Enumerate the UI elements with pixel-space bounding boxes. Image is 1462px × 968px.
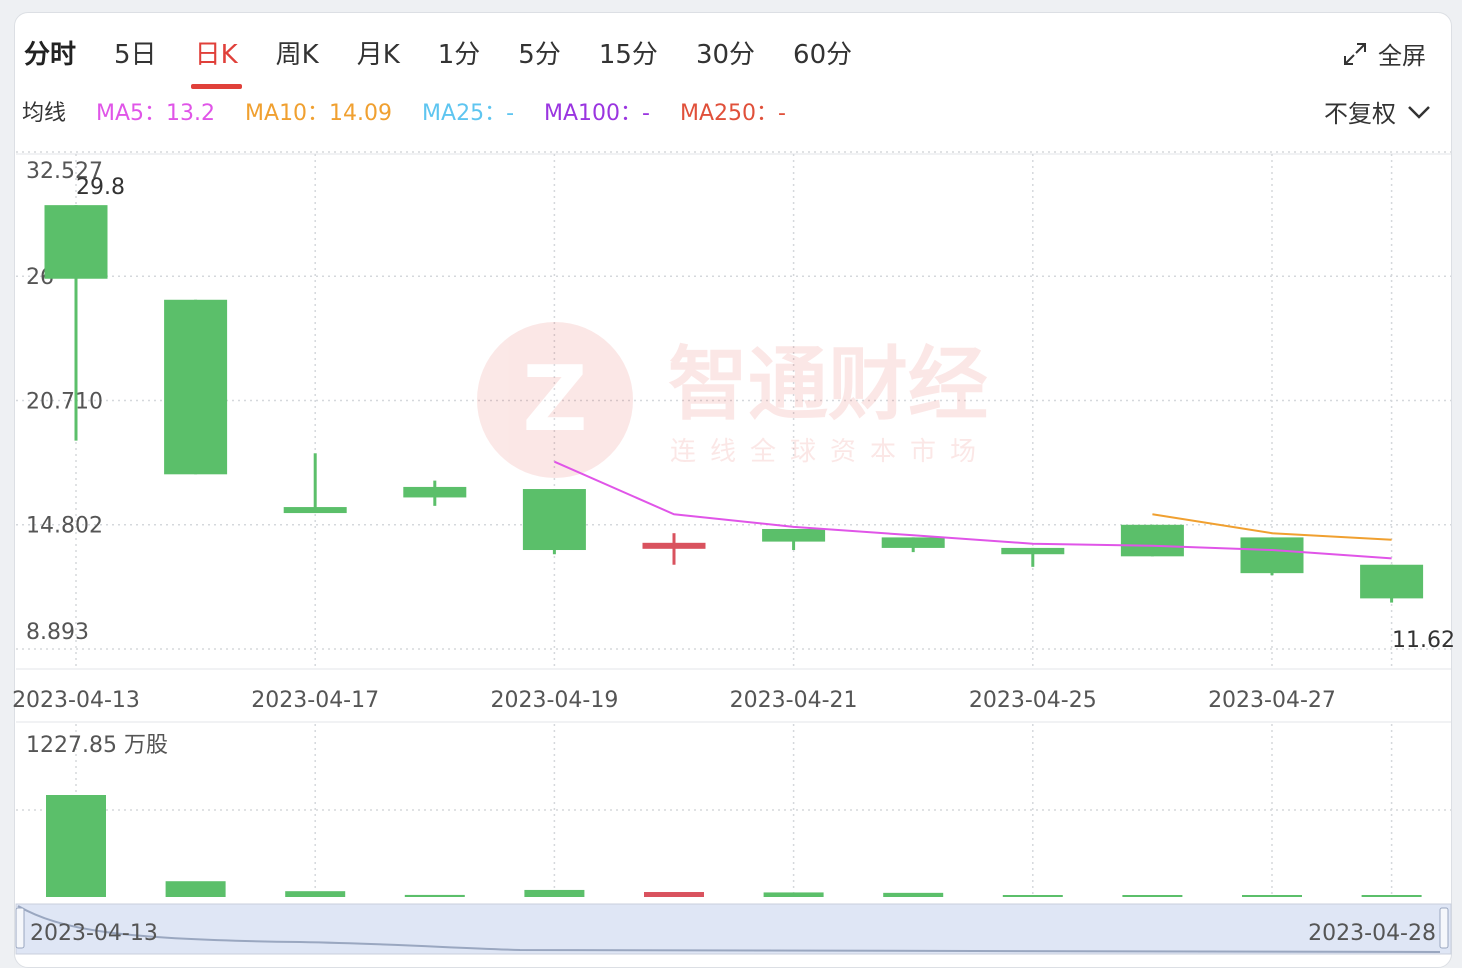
candle-body	[762, 528, 826, 542]
volume-bar	[1242, 895, 1302, 897]
x-tick-label: 2023-04-17	[251, 688, 379, 713]
x-tick-label: 2023-04-13	[12, 688, 140, 713]
y-tick-label: 14.802	[26, 514, 103, 539]
volume-max-label: 1227.85 万股	[26, 733, 168, 758]
candle-body	[1360, 564, 1424, 599]
candle-body	[1001, 547, 1065, 555]
min-price-label: 11.62	[1392, 628, 1455, 653]
watermark: Z 智通财经连线全球资本市场	[477, 322, 990, 478]
navigator-right-handle[interactable]	[1439, 907, 1449, 949]
watermark-title: 智通财经	[668, 338, 988, 431]
x-tick-label: 2023-04-21	[730, 688, 858, 713]
volume-bar	[46, 795, 106, 897]
y-tick-label: 8.893	[26, 620, 89, 645]
candle-body	[1240, 537, 1304, 574]
volume-bar	[165, 881, 226, 897]
navigator-start-label: 2023-04-13	[30, 921, 158, 946]
candle-body	[403, 486, 467, 498]
navigator-end-label: 2023-04-28	[1308, 921, 1436, 946]
navigator-window	[15, 903, 1452, 955]
x-tick-label: 2023-04-19	[490, 688, 618, 713]
candle-body	[44, 205, 108, 279]
watermark-logo-letter: Z	[522, 347, 587, 452]
volume-bar	[404, 894, 465, 897]
candle-body	[642, 542, 706, 549]
y-tick-label: 20.710	[26, 390, 103, 415]
volume-bar	[285, 891, 346, 897]
candle-body	[283, 507, 347, 514]
volume-bar	[883, 892, 944, 897]
x-tick-label: 2023-04-27	[1208, 688, 1336, 713]
x-tick-label: 2023-04-25	[969, 688, 1097, 713]
candle-body	[881, 537, 945, 548]
volume-bar	[763, 892, 824, 897]
max-price-label: 29.8	[76, 175, 125, 200]
navigator-left-handle[interactable]	[15, 907, 25, 949]
candle-body	[522, 489, 586, 551]
watermark-subtitle: 连线全球资本市场	[670, 437, 990, 467]
range-navigator	[15, 903, 1452, 955]
volume-bar	[1002, 895, 1063, 897]
volume-bar	[524, 889, 585, 897]
volume-bar	[644, 892, 704, 897]
volume-bar	[1122, 895, 1183, 897]
candle-body	[1120, 524, 1184, 557]
volume-bar	[1361, 895, 1422, 897]
candle-body	[164, 299, 228, 475]
kline-chart[interactable]: Z 智通财经连线全球资本市场32.5272620.71014.8028.89329…	[0, 0, 1462, 968]
